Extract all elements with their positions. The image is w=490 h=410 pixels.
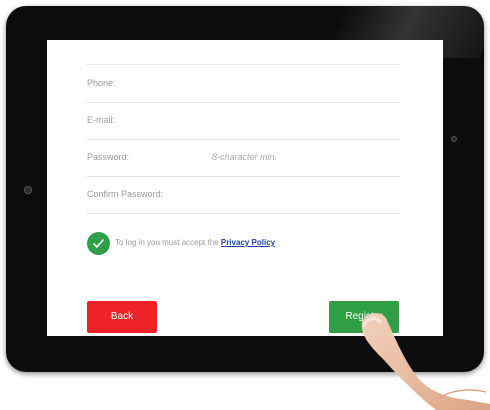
email-field[interactable]: E-mail: xyxy=(87,102,400,140)
sensor-icon xyxy=(451,136,457,142)
phone-field[interactable]: Phone: xyxy=(87,65,400,103)
password-hint: 8-character min. xyxy=(212,152,278,162)
password-field[interactable]: Password: 8-character min. xyxy=(87,139,400,177)
email-label: E-mail: xyxy=(87,115,116,125)
tablet-device: Phone: E-mail: Password: 8-character min… xyxy=(6,6,484,372)
registration-screen: Phone: E-mail: Password: 8-character min… xyxy=(47,40,443,336)
privacy-policy-link[interactable]: Privacy Policy xyxy=(221,238,275,247)
confirm-password-label: Confirm Password: xyxy=(87,189,164,199)
phone-label: Phone: xyxy=(87,78,116,88)
register-button[interactable]: Register xyxy=(329,301,399,333)
camera-icon xyxy=(24,186,32,194)
policy-text: To log in you must accept the Privacy Po… xyxy=(115,238,275,247)
policy-checkbox[interactable] xyxy=(87,232,110,255)
confirm-password-field[interactable]: Confirm Password: xyxy=(87,176,400,214)
policy-label: To log in you must accept the xyxy=(115,238,219,247)
checkmark-icon xyxy=(93,239,104,248)
back-button[interactable]: Back xyxy=(87,301,157,333)
password-label: Password: xyxy=(87,152,130,162)
